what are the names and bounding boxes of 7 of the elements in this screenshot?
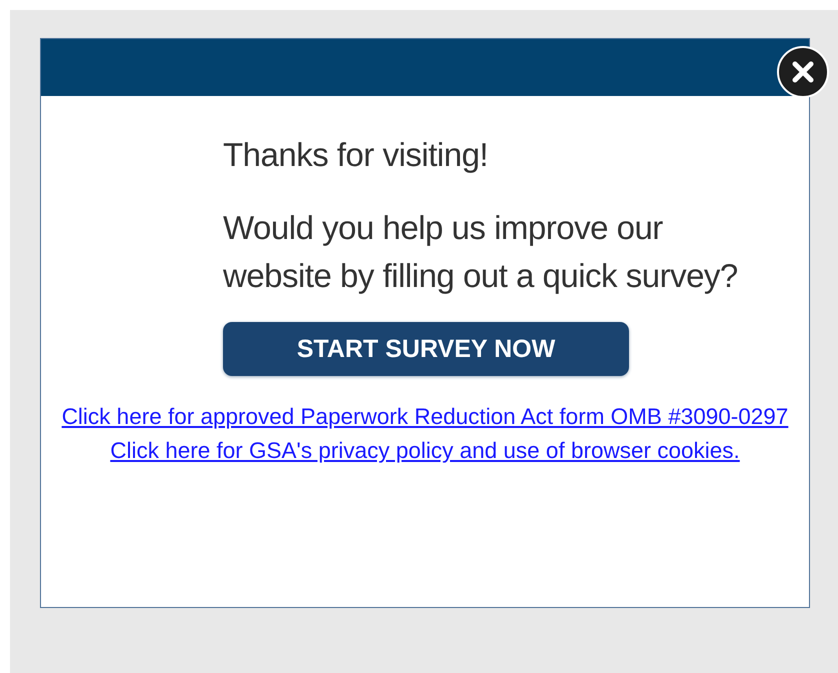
start-survey-button[interactable]: START SURVEY NOW <box>223 322 629 376</box>
survey-question: Would you help us improve our website by filling out a quick survey? <box>223 208 739 296</box>
link[interactable]: Click here for approved Paperwork Reduction Act form OMB #3090-0297 <box>62 400 788 434</box>
close-icon <box>792 61 814 83</box>
dialog-heading: Thanks for visiting! <box>223 136 490 174</box>
link[interactable]: Click here for GSA's privacy policy and use of browser cookies. <box>110 434 740 468</box>
close-button[interactable] <box>777 46 829 98</box>
